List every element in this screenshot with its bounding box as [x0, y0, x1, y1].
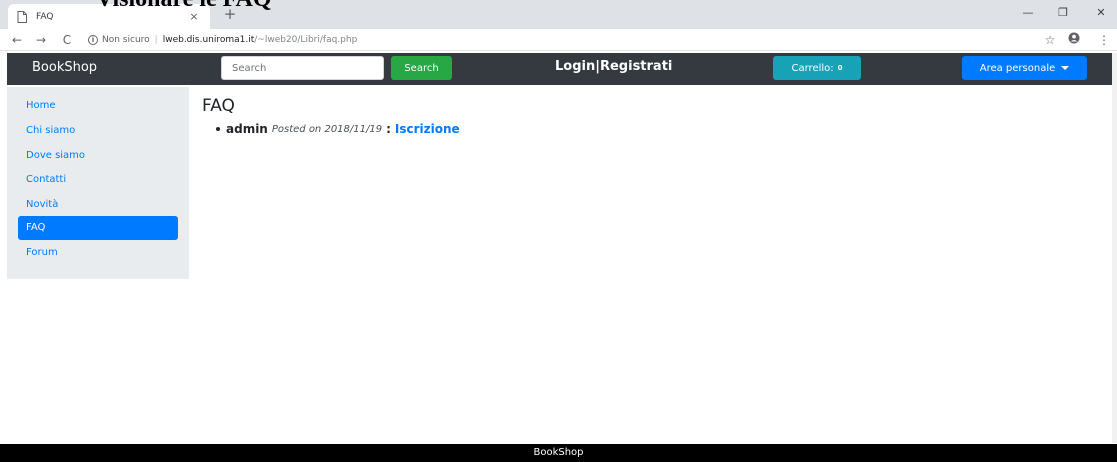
- site-footer: BookShop: [0, 444, 1117, 462]
- security-status: Non sicuro: [102, 35, 150, 45]
- minimize-window-icon[interactable]: —: [1018, 6, 1038, 19]
- close-window-icon[interactable]: ✕: [1091, 6, 1111, 19]
- brand-link[interactable]: BookShop: [32, 60, 97, 75]
- forward-arrow-icon[interactable]: →: [32, 32, 50, 48]
- faq-separator: :: [386, 122, 391, 136]
- login-register-link[interactable]: Login|Registrati: [555, 59, 672, 74]
- info-icon[interactable]: i: [88, 35, 98, 45]
- sidebar-item-dove-siamo[interactable]: Dove siamo: [18, 144, 178, 168]
- search-button[interactable]: Search: [391, 56, 452, 80]
- faq-subject-link[interactable]: Iscrizione: [395, 122, 460, 136]
- faq-author: admin: [226, 122, 268, 136]
- site-navbar: BookShop Search Login|Registrati Carrell…: [7, 53, 1117, 85]
- sidebar-item-novita[interactable]: Novità: [18, 193, 178, 217]
- sidebar-item-chi-siamo[interactable]: Chi siamo: [18, 119, 178, 143]
- area-personale-label: Area personale: [979, 62, 1056, 74]
- page-title: FAQ: [202, 96, 235, 116]
- url-host: lweb.dis.uniroma1.it: [162, 35, 255, 45]
- back-arrow-icon[interactable]: ←: [8, 32, 26, 48]
- scrollbar[interactable]: [1112, 53, 1117, 443]
- document-heading: Visionare le FAQ: [96, 0, 272, 13]
- sidebar-item-contatti[interactable]: Contatti: [18, 168, 178, 192]
- address-separator: |: [154, 35, 158, 45]
- search-input[interactable]: [221, 56, 384, 80]
- restore-window-icon[interactable]: ❐: [1053, 6, 1073, 19]
- cart-count-badge: 0: [837, 64, 843, 72]
- reload-icon[interactable]: C: [58, 32, 76, 48]
- cart-label: Carrello:: [791, 62, 834, 74]
- bullet-icon: [216, 127, 220, 131]
- sidebar: Home Chi siamo Dove siamo Contatti Novit…: [7, 87, 189, 279]
- area-personale-dropdown[interactable]: Area personale: [962, 56, 1087, 80]
- browser-toolbar: ← → C i Non sicuro | lweb.dis.uniroma1.i…: [0, 29, 1117, 51]
- page-icon: [16, 10, 28, 24]
- profile-icon[interactable]: [1066, 32, 1082, 48]
- cart-button[interactable]: Carrello: 0: [773, 56, 861, 80]
- address-bar[interactable]: i Non sicuro | lweb.dis.uniroma1.it /~lw…: [88, 32, 1028, 48]
- list-item: admin Posted on 2018/11/19 : Iscrizione: [216, 122, 460, 136]
- caret-down-icon: [1061, 66, 1070, 70]
- faq-posted-date: Posted on 2018/11/19: [271, 123, 383, 135]
- browser-menu-icon[interactable]: ⋮: [1096, 32, 1112, 48]
- bookmark-star-icon[interactable]: ☆: [1042, 32, 1058, 48]
- screen: Visionare le FAQ FAQ × + — ❐ ✕ ← → C i N…: [0, 0, 1117, 462]
- tab-title: FAQ: [36, 11, 54, 22]
- sidebar-item-faq[interactable]: FAQ: [18, 216, 178, 240]
- sidebar-item-home[interactable]: Home: [18, 94, 178, 118]
- url-path: /~lweb20/Libri/faq.php: [254, 35, 358, 45]
- sidebar-item-forum[interactable]: Forum: [18, 241, 178, 265]
